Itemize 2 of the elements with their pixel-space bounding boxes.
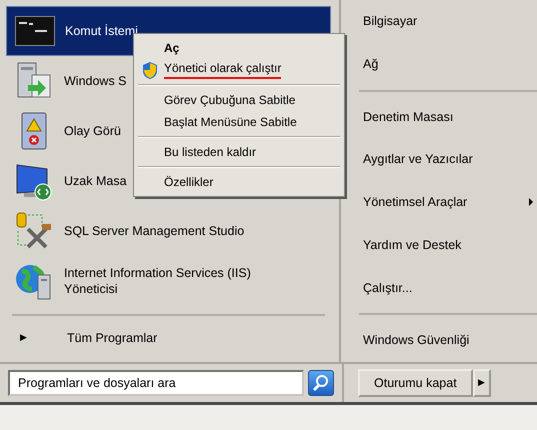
arrow-icon: ▶	[20, 331, 27, 345]
all-programs-label: Tüm Programlar	[67, 330, 158, 347]
